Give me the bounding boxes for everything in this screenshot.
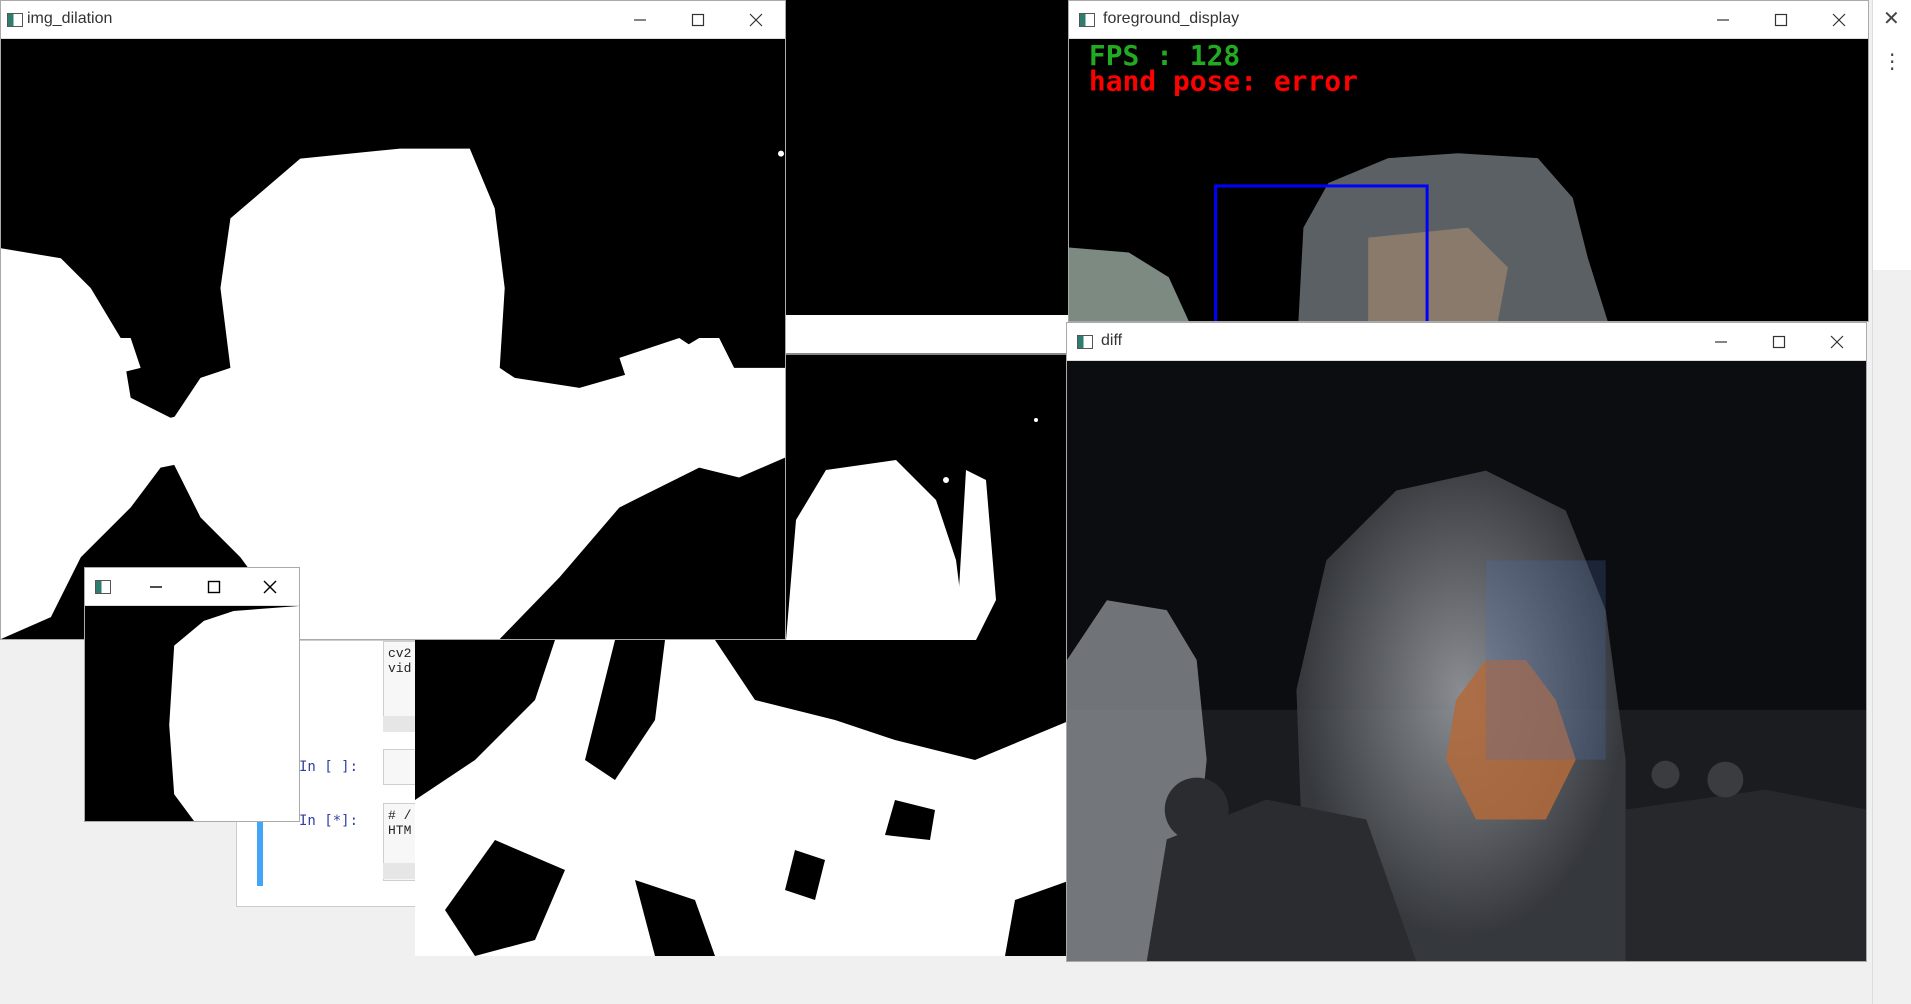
maximize-icon[interactable] [1752, 1, 1810, 39]
close-icon[interactable] [1810, 1, 1868, 39]
maximize-icon[interactable] [187, 568, 241, 606]
app-icon [1077, 335, 1093, 349]
title-bar[interactable]: img_dilation [1, 1, 785, 39]
more-vert-icon[interactable]: · · · [1889, 45, 1895, 79]
diff-window[interactable]: diff [1066, 322, 1867, 962]
title-bar[interactable]: foreground_display [1069, 1, 1868, 39]
app-icon [1079, 13, 1095, 27]
diff-image [1067, 361, 1866, 961]
minimize-icon[interactable] [1694, 1, 1752, 39]
close-icon[interactable]: ✕ [1883, 6, 1900, 30]
small-window[interactable] [84, 567, 300, 822]
binary-mask-image [1, 39, 785, 639]
browser-edge-strip: ✕ · · · [1872, 0, 1911, 1004]
app-icon [95, 580, 111, 594]
cell-prompt-empty: In [ ]: [299, 759, 359, 775]
mask-window-top [786, 0, 1076, 640]
window-title: img_dilation [27, 10, 113, 27]
maximize-icon[interactable] [1750, 323, 1808, 361]
title-bar[interactable] [85, 568, 299, 606]
selected-cell-indicator [257, 816, 263, 886]
foreground-image: FPS : 128 hand pose: error [1069, 39, 1868, 321]
small-mask-image [85, 606, 299, 821]
window-title: foreground_display [1103, 10, 1240, 27]
window-title: diff [1101, 332, 1123, 349]
minimize-icon[interactable] [1692, 323, 1750, 361]
mask-window-bottom [415, 640, 1071, 956]
img-dilation-window[interactable]: img_dilation [0, 0, 786, 640]
browser-gray-area [1873, 270, 1911, 1004]
mask-window-bottom-content [415, 640, 1071, 956]
app-icon [7, 13, 23, 27]
minimize-icon[interactable] [611, 1, 669, 39]
cell-prompt-running: In [*]: [299, 813, 359, 829]
close-icon[interactable] [727, 1, 785, 39]
close-icon[interactable] [1808, 323, 1866, 361]
close-icon[interactable] [243, 568, 297, 606]
hand-pose-label: hand pose: error [1089, 65, 1358, 98]
title-bar[interactable]: diff [1067, 323, 1866, 361]
maximize-icon[interactable] [669, 1, 727, 39]
foreground-display-window[interactable]: foreground_display FPS : 128 hand pose: … [1068, 0, 1869, 322]
minimize-icon[interactable] [129, 568, 183, 606]
mask-window-top-content [786, 0, 1076, 640]
